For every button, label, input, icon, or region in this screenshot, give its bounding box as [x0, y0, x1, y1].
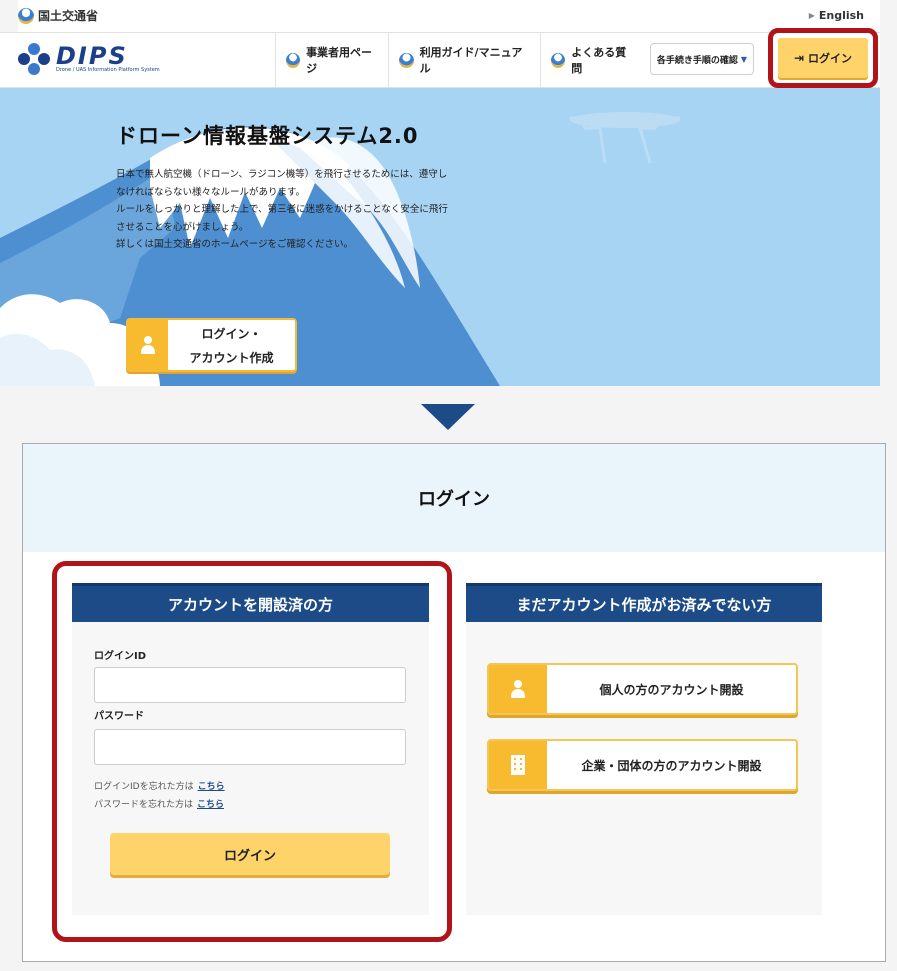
hero-banner: ドローン情報基盤システム2.0 日本で無人航空機（ドローン、ラジコン機等）を飛行… [0, 88, 880, 386]
hero-line: させることを心がけましょう。 [116, 221, 249, 233]
nav-label: 利用ガイド/マニュアル [419, 46, 523, 75]
site-header: DIPS Drone / UAS Information Platform Sy… [0, 32, 880, 88]
hero-description: 日本で無人航空機（ドローン、ラジコン機等）を飛行させるためには、遵守し なければ… [116, 166, 516, 254]
forgot-password-text: パスワードを忘れた方は こちら [94, 797, 224, 810]
password-label: パスワード [94, 711, 144, 722]
existing-account-card: アカウントを開設済の方 ログインID パスワード ログインIDを忘れた方は こちら… [72, 583, 429, 915]
forgot-id-label: ログインIDを忘れた方は [94, 782, 194, 792]
forgot-id-text: ログインIDを忘れた方は こちら [94, 779, 225, 792]
procedures-dropdown[interactable]: 各手続き手順の確認 ▼ [650, 43, 754, 75]
person-icon-box [128, 320, 168, 370]
english-link[interactable]: ▶ English [809, 9, 864, 22]
forgot-password-link[interactable]: こちら [197, 800, 224, 810]
logo-text: DIPS [56, 42, 128, 70]
mlit-logo-icon [551, 52, 566, 68]
nav-label: 事業者用ページ [306, 46, 373, 75]
english-label: English [818, 9, 864, 22]
hero-line: なければならない様々なルールがあります。 [116, 186, 306, 198]
page: 国土交通省 ▶ English DIPS Drone / UAS Informa… [0, 0, 897, 971]
corporate-account-label: 企業・団体の方のアカウント開設 [581, 758, 762, 773]
building-icon-box [489, 741, 547, 789]
header-login-button[interactable]: ⇥ ログイン [778, 38, 868, 78]
personal-account-button[interactable]: 個人の方のアカウント開設 [487, 663, 798, 715]
hero-button-label: ログイン・ アカウント作成 [168, 320, 295, 370]
building-icon [511, 755, 525, 775]
corporate-account-button[interactable]: 企業・団体の方のアカウント開設 [487, 739, 798, 791]
login-door-icon: ⇥ [793, 51, 805, 65]
caret-down-icon: ▼ [740, 54, 748, 64]
hero-line: ルールをしっかりと理解した上で、第三者に迷惑をかけることなく安全に飛行 [116, 204, 448, 215]
mlit-logo-icon [18, 7, 34, 24]
nav-user-guide[interactable]: 利用ガイド/マニュアル [388, 33, 540, 87]
person-icon [140, 336, 156, 354]
login-id-label: ログインID [94, 651, 147, 662]
triangle-right-icon: ▶ [808, 11, 815, 20]
header-login-label: ログイン [808, 52, 853, 65]
arrow-down-icon [421, 404, 475, 430]
hero-line: 詳しくは国土交通省のホームページをご確認ください。 [116, 239, 354, 250]
logo-subtitle: Drone / UAS Information Platform System [56, 67, 160, 73]
hero-line: 日本で無人航空機（ドローン、ラジコン機等）を飛行させるためには、遵守し [116, 169, 448, 180]
personal-account-label: 個人の方のアカウント開設 [599, 682, 744, 697]
nav-faq[interactable]: よくある質問 [540, 33, 644, 87]
nav-business-page[interactable]: 事業者用ページ [275, 33, 388, 87]
hero-title: ドローン情報基盤システム2.0 [116, 124, 419, 148]
hero-button-line: ログイン・ [201, 327, 262, 341]
dips-logo[interactable]: DIPS Drone / UAS Information Platform Sy… [18, 43, 160, 75]
login-panel-title: ログイン [23, 444, 885, 552]
dips-logo-icon [18, 43, 50, 75]
forgot-password-label: パスワードを忘れた方は [94, 800, 194, 810]
hero-button-line: アカウント作成 [189, 351, 274, 365]
existing-account-heading: アカウントを開設済の方 [72, 583, 429, 622]
person-icon-box [489, 665, 547, 713]
ministry-bar: 国土交通省 ▶ English [18, 0, 880, 32]
person-icon [510, 680, 526, 698]
login-submit-button[interactable]: ログイン [110, 833, 390, 875]
ministry-link[interactable]: 国土交通省 [18, 7, 98, 24]
mlit-logo-icon [286, 52, 301, 68]
login-id-input[interactable] [94, 667, 406, 703]
new-account-card: まだアカウント作成がお済みでない方 個人の方のアカウント開設 企業・団体の方のア… [466, 583, 822, 915]
mlit-logo-icon [399, 52, 414, 68]
forgot-id-link[interactable]: こちら [198, 782, 225, 792]
nav-label: よくある質問 [571, 46, 627, 75]
new-account-heading: まだアカウント作成がお済みでない方 [466, 583, 822, 622]
ministry-name: 国土交通省 [38, 9, 99, 23]
password-input[interactable] [94, 729, 406, 765]
procedures-label: 各手続き手順の確認 [656, 55, 738, 66]
login-panel: ログイン アカウントを開設済の方 ログインID パスワード ログインIDを忘れた… [22, 443, 886, 962]
login-create-account-button[interactable]: ログイン・ アカウント作成 [126, 318, 297, 372]
